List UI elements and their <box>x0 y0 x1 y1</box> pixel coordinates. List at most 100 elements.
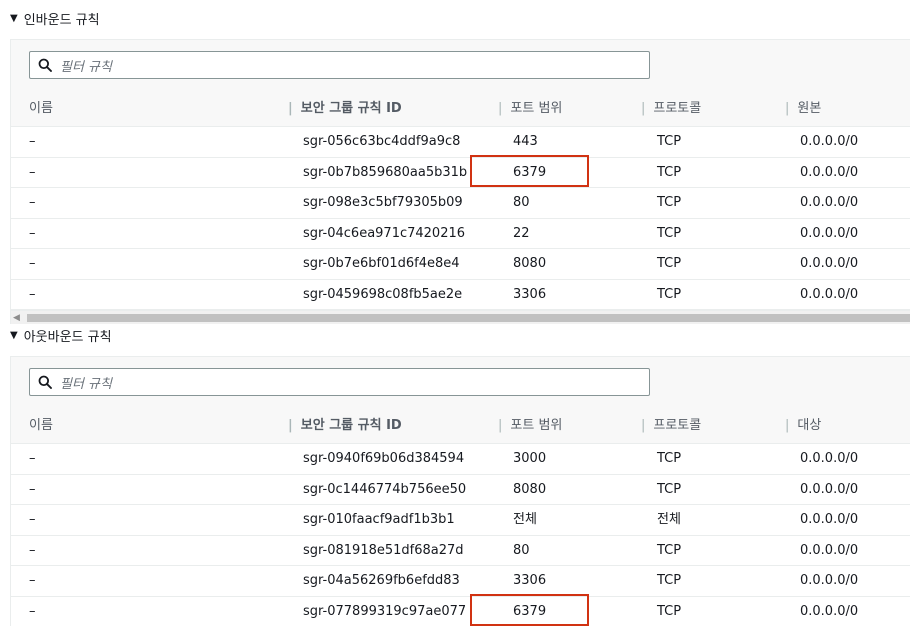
protocol-cell: TCP <box>657 451 682 466</box>
protocol-cell: TCP <box>657 164 682 180</box>
inbound-rules-panel: 필터 규칙 이름 | 보안 그룹 규칙 ID | 포트 범위 | 프로토콜 | 원본 –… <box>10 39 910 324</box>
table-row[interactable]: – sgr-0b7b859680aa5b31b 6379 TCP 0.0.0.0/0 <box>11 154 910 188</box>
inbound-horizontal-scrollbar[interactable]: ◀ <box>11 310 910 324</box>
outbound-rules-toggle[interactable]: ▼ 아웃바운드 규칙 <box>10 326 112 345</box>
rule-name-cell: – <box>29 451 36 466</box>
column-header-name[interactable]: 이름 <box>29 408 53 444</box>
rule-name-cell: – <box>29 603 36 619</box>
outbound-rules-title: 아웃바운드 규칙 <box>23 330 112 345</box>
filter-placeholder: 필터 규칙 <box>60 59 112 75</box>
search-icon <box>38 58 52 72</box>
table-row[interactable]: – sgr-0459698c08fb5ae2e 3306 TCP 0.0.0.0/0 <box>11 280 910 310</box>
rule-name-cell: – <box>29 195 36 210</box>
port-range-cell: 22 <box>513 225 530 241</box>
rule-id-cell: sgr-0c1446774b756ee50 <box>303 481 467 497</box>
target-cell: 0.0.0.0/0 <box>800 195 859 210</box>
rule-name-cell: – <box>29 134 36 149</box>
column-header-rule-id[interactable]: | 보안 그룹 규칙 ID <box>288 91 402 127</box>
rule-name-cell: – <box>29 512 36 527</box>
inbound-filter-input[interactable]: 필터 규칙 <box>29 51 650 79</box>
protocol-cell: TCP <box>657 256 682 271</box>
table-row[interactable]: – sgr-098e3c5bf79305b09 80 TCP 0.0.0.0/0 <box>11 188 910 219</box>
port-range-cell: 3306 <box>513 573 547 588</box>
table-row[interactable]: – sgr-0b7e6bf01d6f4e8e4 8080 TCP 0.0.0.0/0 <box>11 249 910 280</box>
port-range-cell: 80 <box>513 542 530 558</box>
rule-name-cell: – <box>29 542 36 558</box>
table-row[interactable]: – sgr-04c6ea971c7420216 22 TCP 0.0.0.0/0 <box>11 219 910 249</box>
rule-name-cell: – <box>29 481 36 497</box>
rule-name-cell: – <box>29 225 36 241</box>
rule-id-cell: sgr-010faacf9adf1b3b1 <box>303 512 455 527</box>
rule-name-cell: – <box>29 164 36 180</box>
port-range-cell: 3000 <box>513 451 547 466</box>
rule-id-cell: sgr-04a56269fb6efdd83 <box>303 573 460 588</box>
target-cell: 0.0.0.0/0 <box>800 286 859 302</box>
scroll-thumb[interactable] <box>27 314 910 322</box>
table-row[interactable]: – sgr-081918e51df68a27d 80 TCP 0.0.0.0/0 <box>11 536 910 566</box>
caret-down-icon: ▼ <box>10 330 18 341</box>
outbound-filter-input[interactable]: 필터 규칙 <box>29 368 650 396</box>
rule-id-cell: sgr-0b7e6bf01d6f4e8e4 <box>303 256 460 271</box>
target-cell: 0.0.0.0/0 <box>800 164 859 180</box>
target-cell: 0.0.0.0/0 <box>800 451 859 466</box>
scroll-left-arrow-icon[interactable]: ◀ <box>13 313 20 323</box>
rule-name-cell: – <box>29 256 36 271</box>
port-range-cell: 8080 <box>513 256 547 271</box>
protocol-cell: TCP <box>657 225 682 241</box>
inbound-rules-title: 인바운드 규칙 <box>23 13 100 28</box>
table-row[interactable]: – sgr-0940f69b06d384594 3000 TCP 0.0.0.0/0 <box>11 444 910 475</box>
caret-down-icon: ▼ <box>10 13 18 24</box>
table-row[interactable]: – sgr-010faacf9adf1b3b1 전체 전체 0.0.0.0/0 <box>11 505 910 536</box>
port-range-cell: 443 <box>513 134 538 149</box>
search-icon <box>38 375 52 389</box>
column-header-rule-id[interactable]: | 보안 그룹 규칙 ID <box>288 408 402 444</box>
outbound-table-body: – sgr-0940f69b06d384594 3000 TCP 0.0.0.0/0 – s… <box>11 444 910 626</box>
column-header-port-range[interactable]: | 포트 범위 <box>498 91 562 127</box>
table-row[interactable]: – sgr-077899319c97ae077 6379 TCP 0.0.0.0/0 <box>11 593 910 626</box>
outbound-rules-panel: 필터 규칙 이름 | 보안 그룹 규칙 ID | 포트 범위 | 프로토콜 | 대상 –… <box>10 356 910 626</box>
port-range-cell: 8080 <box>513 481 547 497</box>
column-header-protocol[interactable]: | 프로토콜 <box>641 91 701 127</box>
column-header-name[interactable]: 이름 <box>29 91 53 127</box>
rule-id-cell: sgr-04c6ea971c7420216 <box>303 225 466 241</box>
column-header-destination[interactable]: | 대상 <box>785 408 821 444</box>
port-range-cell: 3306 <box>513 286 547 302</box>
protocol-cell: TCP <box>657 573 682 588</box>
rule-id-cell: sgr-077899319c97ae077 <box>303 603 467 619</box>
column-header-source[interactable]: | 원본 <box>785 91 821 127</box>
protocol-cell: TCP <box>657 134 682 149</box>
table-row[interactable]: – sgr-04a56269fb6efdd83 3306 TCP 0.0.0.0/0 <box>11 566 910 597</box>
column-header-protocol[interactable]: | 프로토콜 <box>641 408 701 444</box>
rule-id-cell: sgr-081918e51df68a27d <box>303 542 464 558</box>
target-cell: 0.0.0.0/0 <box>800 512 859 527</box>
inbound-rules-toggle[interactable]: ▼ 인바운드 규칙 <box>10 9 100 28</box>
table-row[interactable]: – sgr-0c1446774b756ee50 8080 TCP 0.0.0.0/0 <box>11 475 910 505</box>
rule-id-cell: sgr-098e3c5bf79305b09 <box>303 195 463 210</box>
protocol-cell: TCP <box>657 603 682 619</box>
inbound-table-body: – sgr-056c63bc4ddf9a9c8 443 TCP 0.0.0.0/0 – sg… <box>11 127 910 310</box>
target-cell: 0.0.0.0/0 <box>800 573 859 588</box>
protocol-cell: 전체 <box>657 512 681 527</box>
protocol-cell: TCP <box>657 481 682 497</box>
highlight-box <box>470 593 589 626</box>
target-cell: 0.0.0.0/0 <box>800 542 859 558</box>
target-cell: 0.0.0.0/0 <box>800 481 859 497</box>
rule-name-cell: – <box>29 286 36 302</box>
rule-id-cell: sgr-056c63bc4ddf9a9c8 <box>303 134 461 149</box>
table-row[interactable]: – sgr-056c63bc4ddf9a9c8 443 TCP 0.0.0.0/0 <box>11 127 910 158</box>
target-cell: 0.0.0.0/0 <box>800 603 859 619</box>
target-cell: 0.0.0.0/0 <box>800 225 859 241</box>
rule-id-cell: sgr-0b7b859680aa5b31b <box>303 164 468 180</box>
port-range-cell: 80 <box>513 195 530 210</box>
rule-id-cell: sgr-0459698c08fb5ae2e <box>303 286 463 302</box>
protocol-cell: TCP <box>657 286 682 302</box>
protocol-cell: TCP <box>657 542 682 558</box>
highlight-box <box>470 154 589 187</box>
inbound-table-header: 이름 | 보안 그룹 규칙 ID | 포트 범위 | 프로토콜 | 원본 <box>11 91 910 127</box>
protocol-cell: TCP <box>657 195 682 210</box>
outbound-table-header: 이름 | 보안 그룹 규칙 ID | 포트 범위 | 프로토콜 | 대상 <box>11 408 910 444</box>
port-range-cell: 전체 <box>513 512 537 527</box>
filter-placeholder: 필터 규칙 <box>60 376 112 392</box>
column-header-port-range[interactable]: | 포트 범위 <box>498 408 562 444</box>
rule-name-cell: – <box>29 573 36 588</box>
